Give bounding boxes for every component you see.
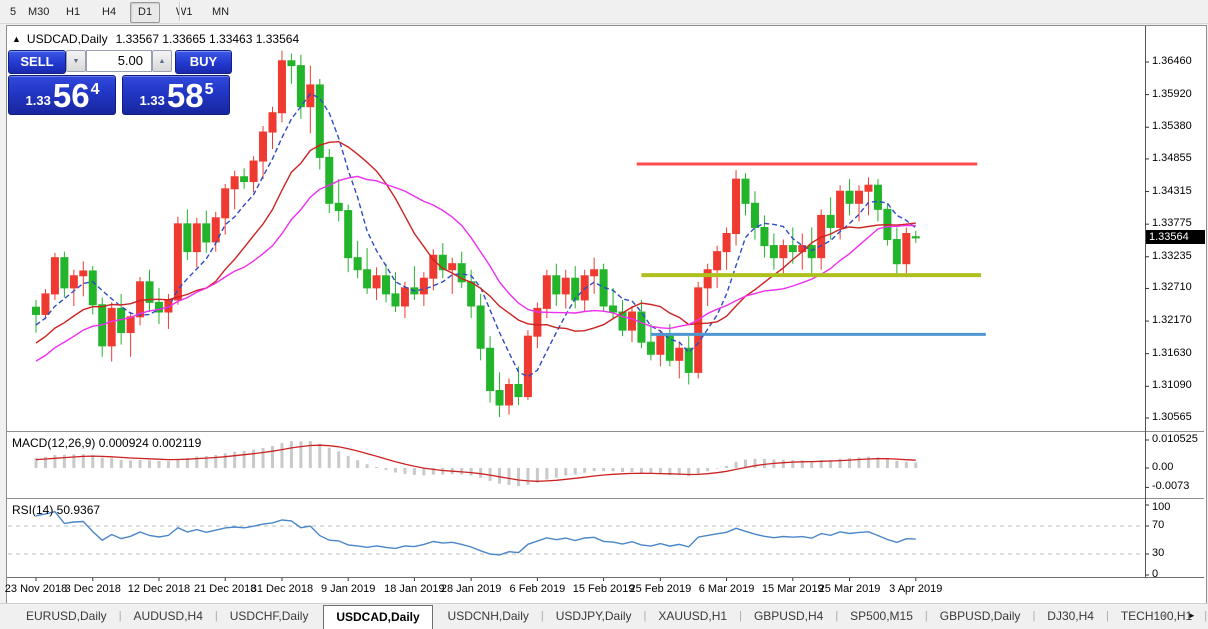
chart-tab-usdchf[interactable]: USDCHF,Daily: [218, 604, 321, 629]
chart-tab-usdjpy[interactable]: USDJPY,Daily: [544, 604, 644, 629]
price-axis-label: 1.34315: [1152, 185, 1192, 197]
chart-tab-gbpusd[interactable]: GBPUSD,H4: [742, 604, 835, 629]
chart-tab-usdcnh[interactable]: USDCNH,Daily: [436, 604, 541, 629]
rsi-line: [36, 512, 916, 555]
tabs-scroll-right-button[interactable]: ►: [1184, 608, 1200, 623]
rsi-indicator-label: RSI(14) 50.9367: [12, 503, 100, 517]
volume-decrease-button[interactable]: ▼: [66, 50, 86, 72]
chart-symbol-label: USDCAD,Daily: [27, 32, 108, 46]
buy-price-prefix: 1.33: [140, 93, 165, 108]
price-axis-label: 1.31090: [1152, 379, 1192, 391]
date-axis-label: 6 Feb 2019: [510, 583, 566, 595]
collapse-one-click-icon[interactable]: ▲: [12, 34, 21, 44]
price-axis-label: 1.35380: [1152, 120, 1192, 132]
date-axis-label: 12 Dec 2018: [128, 583, 190, 595]
chart-tab-sp500[interactable]: SP500,M15: [838, 604, 925, 629]
one-click-trade-panel: SELL ▼ 5.00 ▲ BUY 1.33564 1.33585: [8, 50, 230, 115]
buy-price-sup: 5: [205, 81, 214, 99]
chart-ohlc-values: 1.33567 1.33665 1.33463 1.33564: [116, 32, 300, 46]
buy-price-display[interactable]: 1.33585: [122, 75, 230, 115]
rsi-axis-label: 0: [1152, 568, 1158, 580]
rsi-axis-label: 30: [1152, 547, 1164, 559]
volume-input[interactable]: 5.00: [86, 50, 152, 72]
macd-axis-label: 0.00: [1152, 461, 1173, 473]
price-axis-label: 1.34855: [1152, 152, 1192, 164]
axis-tick-marks: [36, 62, 1149, 581]
date-axis-label: 18 Jan 2019: [384, 583, 445, 595]
sell-price-prefix: 1.33: [26, 93, 51, 108]
buy-button[interactable]: BUY: [175, 50, 232, 74]
date-axis-label: 6 Mar 2019: [699, 583, 755, 595]
price-axis-label: 1.33235: [1152, 250, 1192, 262]
date-axis-label: 25 Feb 2019: [629, 583, 691, 595]
chart-tab-audusd[interactable]: AUDUSD,H4: [122, 604, 215, 629]
chevron-up-icon: ▲: [159, 58, 166, 65]
chart-ohlc-header: ▲ USDCAD,Daily 1.33567 1.33665 1.33463 1.3…: [12, 32, 299, 46]
sell-price-display[interactable]: 1.33564: [8, 75, 116, 115]
current-price-tag: 1.33564: [1146, 230, 1205, 244]
price-axis-label: 1.32170: [1152, 314, 1192, 326]
date-axis-label: 9 Jan 2019: [321, 583, 375, 595]
date-axis-label: 15 Mar 2019: [762, 583, 824, 595]
macd-axis-label: 0.010525: [1152, 433, 1198, 445]
price-axis-label: 1.31630: [1152, 347, 1192, 359]
chart-tab-eurusd[interactable]: EURUSD,Daily: [14, 604, 119, 629]
price-axis-label: 1.36460: [1152, 55, 1192, 67]
chart-tab-xauusd[interactable]: XAUUSD,H1: [646, 604, 739, 629]
date-axis-label: 28 Jan 2019: [441, 583, 502, 595]
chart-tab-dj30[interactable]: DJ30,H4: [1035, 604, 1106, 629]
arrow-right-icon: ►: [1188, 611, 1196, 620]
macd-indicator-label: MACD(12,26,9) 0.000924 0.002119: [12, 436, 201, 450]
rsi-axis-label: 70: [1152, 519, 1164, 531]
date-axis-label: 31 Dec 2018: [251, 583, 313, 595]
date-axis-label: 23 Nov 2018: [5, 583, 67, 595]
chart-tab-usdcad[interactable]: USDCAD,Daily: [323, 605, 432, 629]
date-axis-label: 3 Apr 2019: [889, 583, 942, 595]
date-axis-label: 15 Feb 2019: [573, 583, 635, 595]
rsi-pane: [8, 512, 1144, 555]
date-axis-label: 3 Dec 2018: [65, 583, 121, 595]
date-axis-label: 21 Dec 2018: [194, 583, 256, 595]
date-axis-label: 25 Mar 2019: [819, 583, 881, 595]
sell-price-sup: 4: [91, 81, 100, 99]
price-axis-label: 1.30565: [1152, 411, 1192, 423]
sell-button[interactable]: SELL: [8, 50, 66, 74]
buy-price-big: 58: [167, 81, 204, 111]
macd-axis-label: -0.0073: [1152, 480, 1189, 492]
price-axis-label: 1.33775: [1152, 217, 1192, 229]
tabs-scroll-left-button[interactable]: ◄: [1156, 608, 1172, 623]
mt4-terminal: 5M30H1H4D1W1MN ▲USDCAD,Daily1.33567 1.33…: [0, 0, 1208, 629]
rsi-axis-label: 100: [1152, 501, 1170, 513]
price-axis-label: 1.32710: [1152, 281, 1192, 293]
chart-tab-gbpusd[interactable]: GBPUSD,Daily: [928, 604, 1033, 629]
sell-price-big: 56: [53, 81, 90, 111]
arrow-left-icon: ◄: [1160, 611, 1168, 620]
chevron-down-icon: ▼: [73, 58, 80, 65]
price-axis-label: 1.35920: [1152, 88, 1192, 100]
volume-increase-button[interactable]: ▲: [152, 50, 172, 72]
chart-tab-bar: EURUSD,Daily|AUDUSD,H4|USDCHF,Daily|USDC…: [0, 603, 1208, 629]
